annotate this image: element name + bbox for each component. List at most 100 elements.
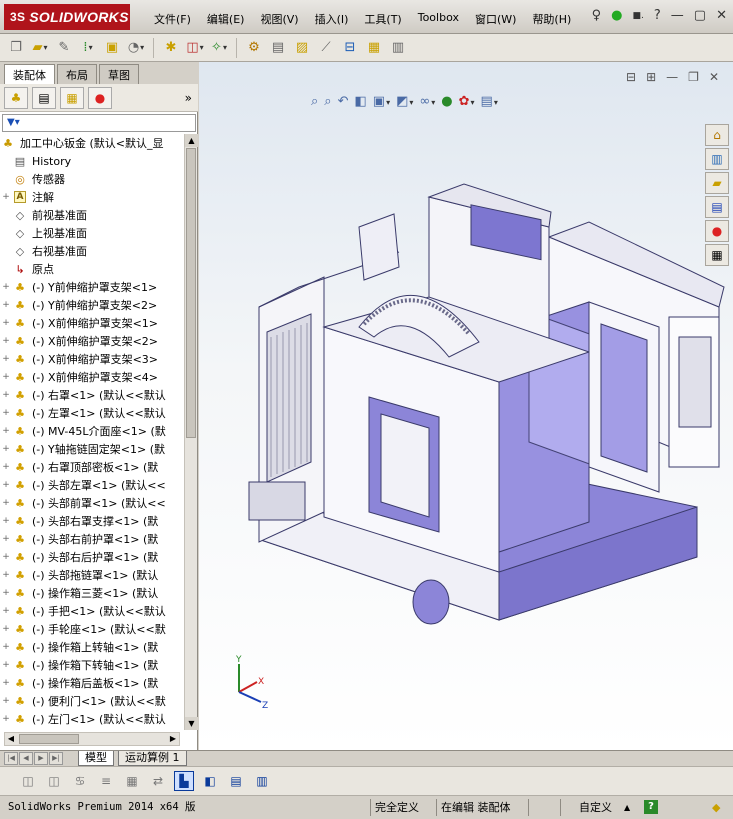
tree-item[interactable]: + ♣ (-) 头部右前护罩<1> (默 (0, 530, 184, 548)
insert-component-icon[interactable]: ✱ (161, 38, 181, 58)
menu-insert[interactable]: 插入(I) (307, 8, 357, 30)
expand-toggle-icon[interactable]: + (0, 300, 12, 310)
tag-icon[interactable]: ◆ (708, 799, 724, 816)
expand-toggle-icon[interactable]: + (0, 444, 12, 454)
viewport-close-icon[interactable]: ✕ (709, 70, 719, 84)
expand-toggle-icon[interactable]: + (0, 192, 12, 202)
play-from-start-icon[interactable]: ◫ (44, 771, 64, 791)
appearance-icon[interactable]: ● (88, 86, 112, 109)
expand-toggle-icon[interactable]: + (0, 462, 12, 472)
tree-item[interactable]: + ♣ (-) 头部左罩<1> (默认<< (0, 476, 184, 494)
motion-table-icon[interactable]: ▤ (226, 771, 246, 791)
expand-toggle-icon[interactable]: + (0, 696, 12, 706)
tab-motion-study-1[interactable]: 运动算例 1 (118, 751, 187, 766)
mate-icon[interactable]: ⁞ (78, 38, 98, 58)
tree-item[interactable]: + ♣ (-) Y前伸缩护罩支架<1> (0, 278, 184, 296)
last-tab-arrow-icon[interactable]: ▶| (49, 752, 63, 765)
apply-scene-icon[interactable]: ✿ (459, 94, 475, 109)
tree-item[interactable]: + ♣ (-) 头部右罩支撑<1> (默 (0, 512, 184, 530)
tree-item[interactable]: + ♣ (-) 操作箱上转轴<1> (默 (0, 638, 184, 656)
expand-toggle-icon[interactable]: + (0, 534, 12, 544)
tree-item[interactable]: + ♣ (-) Y前伸缩护罩支架<2> (0, 296, 184, 314)
tree-vertical-scrollbar[interactable]: ▲ ▼ (184, 134, 198, 730)
more-chevron-icon[interactable]: » (185, 91, 192, 105)
tree-item[interactable]: + ♣ (-) 头部拖链罩<1> (默认 (0, 566, 184, 584)
hide-show-icon[interactable]: ∞ (419, 94, 435, 109)
design-library-icon[interactable]: ▥ (705, 148, 729, 170)
scroll-thumb[interactable] (186, 148, 196, 438)
tree-item[interactable]: + ♣ (-) 便利门<1> (默认<<默 (0, 692, 184, 710)
stop-icon[interactable]: ≡ (96, 771, 116, 791)
appearances-scenes-icon[interactable]: ● (705, 220, 729, 242)
tree-item[interactable]: + ♣ (-) 操作箱下转轴<1> (默 (0, 656, 184, 674)
expand-toggle-icon[interactable]: + (0, 408, 12, 418)
tree-item[interactable]: + ♣ (-) 右罩<1> (默认<<默认 (0, 386, 184, 404)
tree-item[interactable]: + ♣ (-) X前伸缩护罩支架<1> (0, 314, 184, 332)
save-animation-icon[interactable]: ▥ (252, 771, 272, 791)
tree-item[interactable]: + ♣ (-) MV-45L介面座<1> (默 (0, 422, 184, 440)
tile-vertical-icon[interactable]: ⊞ (646, 70, 656, 84)
tree-item[interactable]: + ♣ (-) X前伸缩护罩支架<2> (0, 332, 184, 350)
tree-item[interactable]: + ♣ (-) X前伸缩护罩支架<3> (0, 350, 184, 368)
smart-fastener-icon[interactable]: ✧ (209, 38, 229, 58)
solidworks-logo[interactable]: 3S SOLIDWORKS (4, 4, 130, 30)
view-palette-icon[interactable]: ▤ (705, 196, 729, 218)
playback-mode-icon[interactable]: ⇄ (148, 771, 168, 791)
tab-sketch[interactable]: 草图 (99, 64, 139, 84)
menu-window[interactable]: 窗口(W) (467, 8, 524, 30)
autokey-icon[interactable]: ▙ (174, 771, 194, 791)
expand-toggle-icon[interactable]: + (0, 588, 12, 598)
tree-item[interactable]: + ♣ (-) 头部前罩<1> (默认<< (0, 494, 184, 512)
help-button[interactable]: ? (654, 8, 661, 23)
search-icon[interactable]: ♀ (592, 8, 602, 23)
viewport-minimize-icon[interactable]: — (666, 70, 678, 84)
prev-tab-arrow-icon[interactable]: ◀ (19, 752, 33, 765)
view-settings-icon[interactable]: ▤ (481, 94, 498, 109)
pencil-icon[interactable]: ✎ (54, 38, 74, 58)
move-component-icon[interactable]: ◫ (185, 38, 205, 58)
edit-appearance-icon[interactable]: ● (441, 94, 452, 109)
expand-toggle-icon[interactable]: + (0, 480, 12, 490)
menu-toolbox[interactable]: Toolbox (410, 8, 467, 30)
tree-item[interactable]: + ♣ (-) X前伸缩护罩支架<4> (0, 368, 184, 386)
expand-toggle-icon[interactable]: + (0, 516, 12, 526)
reference-geometry-icon[interactable]: ⟋ (316, 38, 336, 58)
graphics-area[interactable]: Y X Z ⊟ ⊞ — ❐ ✕ ⌕ ⌕ ↶ ◧ ▣ ◩ ∞ ● ✿ ▤ ⌂ ▥ … (199, 62, 733, 750)
viewport-restore-icon[interactable]: ❐ (688, 70, 699, 84)
expand-toggle-icon[interactable]: + (0, 606, 12, 616)
feature-tree-icon[interactable]: ♣ (4, 86, 28, 109)
zoom-to-fit-icon[interactable]: ⌕ (311, 94, 318, 109)
add-key-icon[interactable]: ◧ (200, 771, 220, 791)
close-button[interactable]: ✕ (716, 8, 727, 23)
toolbox-icon[interactable]: ▦ (364, 38, 384, 58)
tree-filter[interactable]: ▼▾ (2, 114, 196, 132)
expand-toggle-icon[interactable]: + (0, 624, 12, 634)
tree-horizontal-scrollbar[interactable]: ◀ ▶ (4, 732, 180, 746)
tab-layout[interactable]: 布局 (57, 64, 97, 84)
tree-item[interactable]: + ♣ (-) 左罩<1> (默认<<默认 (0, 404, 184, 422)
tree-item[interactable]: ◇ 上视基准面 (0, 224, 184, 242)
exploded-view-icon[interactable]: ▤ (268, 38, 288, 58)
tree-item[interactable]: + ♣ (-) 操作箱后盖板<1> (默 (0, 674, 184, 692)
gear-icon[interactable]: ⚙ (244, 38, 264, 58)
tree-item[interactable]: ◇ 前视基准面 (0, 206, 184, 224)
tree-item[interactable]: ◎ 传感器 (0, 170, 184, 188)
tree-item[interactable]: + ♣ (-) 手轮座<1> (默认<<默 (0, 620, 184, 638)
scroll-right-arrow-icon[interactable]: ▶ (167, 733, 179, 745)
menu-edit[interactable]: 编辑(E) (199, 8, 253, 30)
tree-item[interactable]: + ♣ (-) 手把<1> (默认<<默认 (0, 602, 184, 620)
next-tab-arrow-icon[interactable]: ▶ (34, 752, 48, 765)
tree-item[interactable]: ◇ 右视基准面 (0, 242, 184, 260)
tree-item[interactable]: + A 注解 (0, 188, 184, 206)
expand-toggle-icon[interactable]: + (0, 336, 12, 346)
tree-item[interactable]: + ♣ (-) 操作箱三菱<1> (默认 (0, 584, 184, 602)
new-doc-icon[interactable]: ❐ (6, 38, 26, 58)
component-icon[interactable]: ▣ (102, 38, 122, 58)
playback-speed-icon[interactable]: ▦ (122, 771, 142, 791)
help-status-icon[interactable]: ? (644, 800, 658, 814)
menu-view[interactable]: 视图(V) (252, 8, 306, 30)
view-orientation-icon[interactable]: ▣ (373, 94, 390, 109)
configuration-manager-icon[interactable]: ▦ (60, 86, 84, 109)
tree-item[interactable]: + ♣ (-) 头部右后护罩<1> (默 (0, 548, 184, 566)
play-icon[interactable]: ♋ (70, 771, 90, 791)
